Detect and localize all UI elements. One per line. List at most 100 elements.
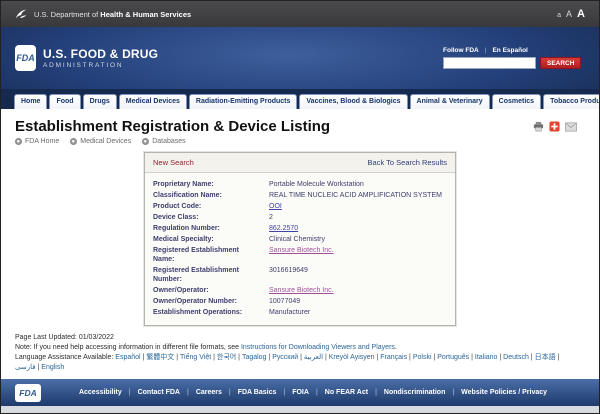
table-row-registered-establishment-name: Registered Establishment Name:Sansure Bi… (153, 245, 447, 265)
text-size-large[interactable]: A (577, 8, 585, 20)
table-row-establishment-operations: Establishment Operations:Manufacturer (153, 307, 447, 318)
tab-animal-veterinary[interactable]: Animal & Veterinary (410, 94, 490, 109)
lang-italian[interactable]: Italiano (475, 354, 503, 361)
footer-link-nondiscrimination[interactable]: Nondiscrimination (384, 389, 461, 396)
footer-link-fda-basics[interactable]: FDA Basics (238, 389, 292, 396)
lang-vietnamese[interactable]: Tiếng Việt (180, 354, 217, 361)
fda-brand[interactable]: FDA U.S. FOOD & DRUG ADMINISTRATION (15, 45, 158, 71)
owner-operator-link[interactable]: Sansure Biotech Inc. (269, 286, 334, 295)
tab-cosmetics[interactable]: Cosmetics (492, 94, 541, 109)
row-value: 10077049 (269, 297, 300, 306)
table-row-medical-specialty: Medical Specialty:Clinical Chemistry (153, 234, 447, 245)
brand-line2: ADMINISTRATION (43, 62, 158, 69)
footer-link-no-fear-act[interactable]: No FEAR Act (325, 389, 384, 396)
breadcrumb-label: FDA Home (25, 138, 59, 145)
establishment-name-link[interactable]: Sansure Biotech Inc. (269, 246, 334, 255)
row-label: Owner/Operator: (153, 286, 269, 295)
back-to-search-results-link[interactable]: Back To Search Results (368, 158, 447, 167)
footer-fda-logo[interactable]: FDA (15, 384, 41, 402)
lang-portuguese[interactable]: Português (437, 354, 475, 361)
follow-fda-link[interactable]: Follow FDA (443, 47, 479, 54)
language-label: Language Assistance Available: (15, 354, 113, 361)
footer-link-accessibility[interactable]: Accessibility (79, 389, 138, 396)
fda-header: FDA U.S. FOOD & DRUG ADMINISTRATION Foll… (1, 27, 599, 89)
main-nav-tabs: Home Food Drugs Medical Devices Radiatio… (1, 89, 599, 109)
table-row-registered-establishment-number: Registered Establishment Number:30166196… (153, 265, 447, 285)
row-value: REAL TIME NUCLEIC ACID AMPLIFICATION SYS… (269, 191, 442, 200)
footer-link-careers[interactable]: Careers (196, 389, 238, 396)
printer-icon[interactable] (533, 121, 544, 132)
lang-korean[interactable]: 한국어 (217, 354, 242, 361)
product-code-link[interactable]: OOI (269, 202, 282, 211)
row-value: Portable Molecule Workstation (269, 180, 364, 189)
fda-brand-text: U.S. FOOD & DRUG ADMINISTRATION (43, 47, 158, 69)
page-footer-info: Page Last Updated: 01/03/2022 Note: If y… (1, 326, 583, 373)
tab-tobacco-products[interactable]: Tobacco Products (543, 94, 600, 109)
hhs-department-link[interactable]: U.S. Department of Health & Human Servic… (15, 8, 191, 21)
lang-english[interactable]: English (41, 364, 64, 371)
lang-arabic[interactable]: العربية (304, 354, 329, 361)
lang-french[interactable]: Français (380, 354, 413, 361)
table-row-classification-name: Classification Name:REAL TIME NUCLEIC AC… (153, 190, 447, 201)
lang-espanol[interactable]: Español (115, 354, 146, 361)
regulation-number-link[interactable]: 862.2570 (269, 224, 298, 233)
table-row-owner-operator: Owner/Operator:Sansure Biotech Inc. (153, 285, 447, 296)
breadcrumb-fda-home[interactable]: FDA Home (15, 138, 59, 145)
search-button[interactable]: SEARCH (540, 57, 581, 69)
email-icon[interactable] (565, 122, 577, 132)
lang-kreyol[interactable]: Kreyòl Ayisyen (329, 354, 381, 361)
search-input[interactable] (443, 57, 536, 69)
fda-logo[interactable]: FDA (15, 45, 36, 71)
table-row-proprietary-name: Proprietary Name:Portable Molecule Works… (153, 179, 447, 190)
device-listing-box: New Search Back To Search Results Propri… (144, 152, 456, 326)
table-row-device-class: Device Class:2 (153, 212, 447, 223)
row-label: Registered Establishment Number: (153, 266, 269, 284)
breadcrumb-bullet-icon (15, 138, 22, 145)
note-period: . (395, 344, 397, 351)
footer-link-foia[interactable]: FOIA (292, 389, 325, 396)
tab-drugs[interactable]: Drugs (83, 94, 117, 109)
breadcrumb-medical-devices[interactable]: Medical Devices (70, 138, 131, 145)
dept-prefix: U.S. Department of (34, 10, 98, 19)
row-label: Owner/Operator Number: (153, 297, 269, 306)
header-link-divider: | (485, 47, 487, 54)
viewers-players-link[interactable]: Instructions for Downloading Viewers and… (241, 344, 395, 351)
results-box-header: New Search Back To Search Results (145, 153, 455, 173)
bottom-strip (1, 406, 599, 414)
breadcrumb-bullet-icon (142, 138, 149, 145)
table-row-product-code: Product Code:OOI (153, 201, 447, 212)
tab-radiation-emitting-products[interactable]: Radiation-Emitting Products (189, 94, 298, 109)
row-label: Proprietary Name: (153, 180, 269, 189)
share-icon[interactable] (549, 121, 560, 132)
footer-bar: FDA Accessibility Contact FDA Careers FD… (1, 379, 599, 406)
tab-food[interactable]: Food (49, 94, 80, 109)
lang-japanese[interactable]: 日本語 (535, 354, 560, 361)
text-size-small[interactable]: a (557, 12, 561, 19)
row-value: Clinical Chemistry (269, 235, 325, 244)
hhs-utility-bar: U.S. Department of Health & Human Servic… (1, 1, 599, 27)
lang-tagalog[interactable]: Tagalog (242, 354, 272, 361)
footer-link-contact-fda[interactable]: Contact FDA (138, 389, 196, 396)
lang-german[interactable]: Deutsch (503, 354, 534, 361)
en-espanol-link[interactable]: En Español (492, 47, 527, 54)
page-last-updated: Page Last Updated: 01/03/2022 (15, 333, 569, 343)
lang-polish[interactable]: Polski (413, 354, 437, 361)
breadcrumb-databases[interactable]: Databases (142, 138, 185, 145)
lang-chinese[interactable]: 繁體中文 (146, 354, 180, 361)
tab-vaccines-blood-biologics[interactable]: Vaccines, Blood & Biologics (299, 94, 407, 109)
footer-link-website-policies[interactable]: Website Policies / Privacy (461, 389, 547, 396)
main-content: Establishment Registration & Device List… (1, 109, 599, 379)
text-size-medium[interactable]: A (566, 9, 572, 19)
row-value: 2 (269, 213, 273, 222)
row-label: Establishment Operations: (153, 308, 269, 317)
lang-farsi[interactable]: فارسی (15, 364, 41, 371)
brand-line1: U.S. FOOD & DRUG (43, 47, 158, 61)
breadcrumb: FDA Home Medical Devices Databases (1, 135, 599, 145)
note-text: Note: If you need help accessing informa… (15, 344, 241, 351)
new-search-link[interactable]: New Search (153, 158, 194, 167)
device-detail-table: Proprietary Name:Portable Molecule Works… (145, 173, 455, 325)
table-row-regulation-number: Regulation Number:862.2570 (153, 223, 447, 234)
lang-russian[interactable]: Русский (272, 354, 304, 361)
tab-medical-devices[interactable]: Medical Devices (119, 94, 187, 109)
tab-home[interactable]: Home (14, 94, 47, 109)
